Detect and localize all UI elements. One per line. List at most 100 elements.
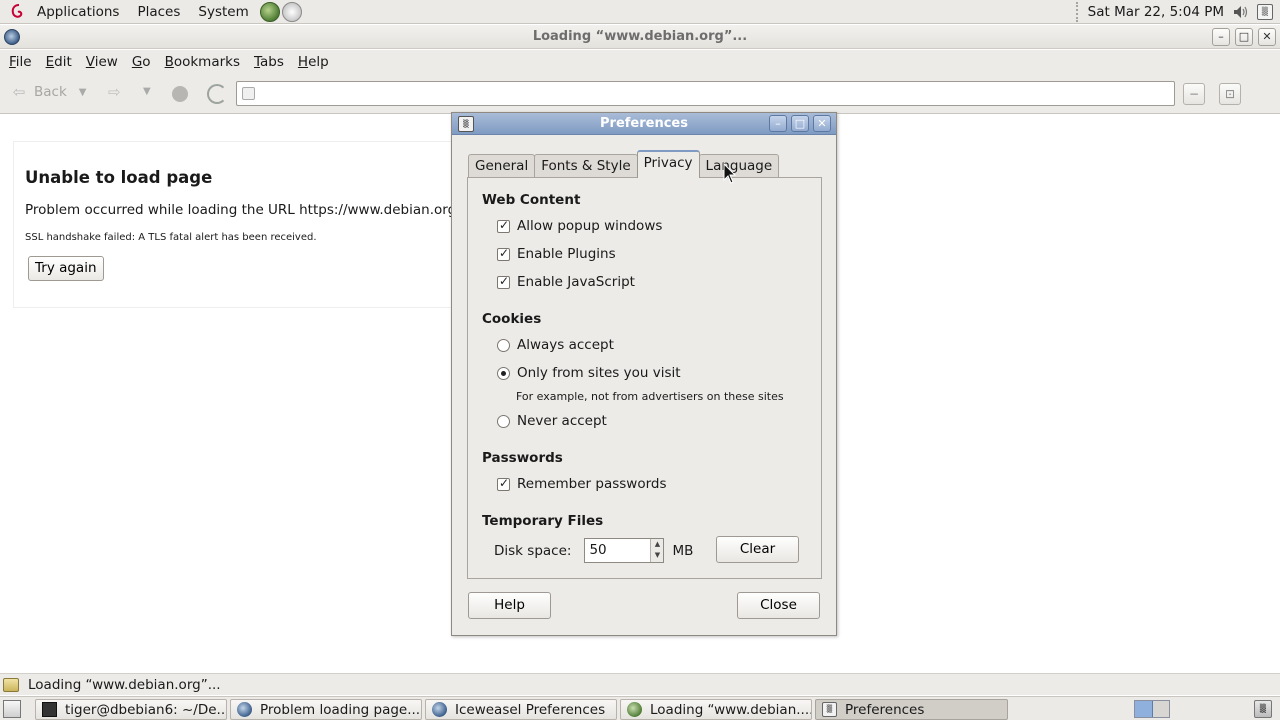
tab-general[interactable]: General — [468, 154, 536, 178]
task-label: Problem loading page... — [260, 701, 421, 718]
radio-unselected[interactable] — [497, 338, 510, 352]
mouse-pointer-icon — [723, 162, 737, 185]
task-loading-debian[interactable]: Loading “www.debian.... — [620, 699, 812, 720]
lock-status-icon — [3, 677, 19, 692]
url-input[interactable] — [236, 81, 1175, 106]
show-desktop-icon[interactable] — [3, 700, 21, 718]
tab-privacy[interactable]: Privacy — [636, 150, 700, 178]
privacy-panel: Web Content Allow popup windows Enable P… — [467, 177, 822, 579]
enable-plugins-checkbox[interactable]: Enable Plugins — [497, 246, 616, 262]
radio-label: Never accept — [517, 413, 607, 429]
dialog-window-controls: – □ ✕ — [769, 115, 831, 132]
cookies-hint: For example, not from advertisers on the… — [516, 390, 784, 403]
checkbox-label: Remember passwords — [517, 476, 667, 492]
dialog-maximize-button[interactable]: □ — [791, 115, 809, 132]
browser-menubar: File Edit View Go Bookmarks Tabs Help — [0, 50, 1280, 73]
back-button[interactable]: ⇦ Back ▼ — [10, 83, 87, 101]
browser-icon — [627, 702, 642, 717]
clear-cache-button[interactable]: Clear — [716, 536, 799, 563]
preferences-tray-icon[interactable]: ▒ — [1256, 3, 1274, 21]
error-box: Unable to load page Problem occurred whi… — [13, 141, 473, 308]
radio-label: Always accept — [517, 337, 614, 353]
help-button[interactable]: Help — [468, 592, 551, 619]
tab-fonts-style[interactable]: Fonts & Style — [534, 154, 638, 178]
dialog-titlebar[interactable]: ▒ Preferences – □ ✕ — [452, 113, 836, 135]
try-again-button[interactable]: Try again — [28, 256, 104, 281]
menu-places[interactable]: Places — [128, 0, 189, 24]
window-title: Loading “www.debian.org”... — [532, 29, 748, 44]
menu-applications[interactable]: Applications — [28, 0, 128, 24]
dialog-minimize-button[interactable]: – — [769, 115, 787, 132]
menu-help[interactable]: Help — [291, 54, 336, 70]
task-iceweasel-preferences[interactable]: Iceweasel Preferences — [425, 699, 617, 720]
maximize-button[interactable]: □ — [1235, 28, 1253, 46]
web-content-heading: Web Content — [482, 192, 581, 208]
menu-go[interactable]: Go — [125, 54, 158, 70]
clock[interactable]: Sat Mar 22, 5:04 PM — [1088, 4, 1224, 20]
menu-edit[interactable]: Edit — [39, 54, 79, 70]
checkbox-label: Enable Plugins — [517, 246, 616, 262]
back-arrow-icon: ⇦ — [12, 83, 26, 101]
stepper-arrows-icon[interactable]: ▲ ▼ — [650, 539, 664, 562]
allow-popups-checkbox[interactable]: Allow popup windows — [497, 218, 662, 234]
remember-passwords-checkbox[interactable]: Remember passwords — [497, 476, 667, 492]
tab-language[interactable]: Language — [698, 154, 780, 178]
radio-unselected[interactable] — [497, 414, 510, 428]
preferences-icon: ▒ — [822, 702, 837, 717]
task-label: Loading “www.debian.... — [650, 701, 812, 718]
panel-tray: Sat Mar 22, 5:04 PM ▒ — [1075, 0, 1280, 24]
task-terminal[interactable]: tiger@dbebian6: ~/De... — [35, 699, 227, 720]
close-window-button[interactable]: ✕ — [1258, 28, 1276, 46]
menu-tabs[interactable]: Tabs — [247, 54, 291, 70]
browser-titlebar[interactable]: Loading “www.debian.org”... – □ ✕ — [0, 25, 1280, 49]
reload-icon[interactable] — [207, 84, 227, 104]
temporary-files-heading: Temporary Files — [482, 513, 604, 529]
volume-icon[interactable] — [1232, 3, 1250, 21]
workspace-2[interactable] — [1152, 701, 1169, 717]
menu-system[interactable]: System — [189, 0, 257, 24]
browser-toolbar: ⇦ Back ▼ ⇨ ▼ − ⊡ — [0, 73, 1280, 114]
menu-file[interactable]: File — [2, 54, 39, 70]
forward-history-chevron-icon[interactable]: ▼ — [143, 86, 151, 97]
mail-launcher-icon[interactable] — [281, 1, 302, 22]
toolbar-minus-button[interactable]: − — [1183, 83, 1205, 105]
disk-space-value[interactable]: 50 — [589, 542, 606, 558]
cookies-heading: Cookies — [482, 311, 542, 327]
status-bar: Loading “www.debian.org”... — [0, 673, 1280, 695]
error-title: Unable to load page — [25, 168, 213, 187]
task-preferences[interactable]: ▒ Preferences — [815, 699, 1008, 720]
task-label: tiger@dbebian6: ~/De... — [65, 701, 227, 718]
back-history-chevron-icon[interactable]: ▼ — [79, 87, 87, 98]
passwords-heading: Passwords — [482, 450, 563, 466]
toolbar-zoom-button[interactable]: ⊡ — [1219, 83, 1241, 105]
cookies-never-radio[interactable]: Never accept — [497, 413, 607, 429]
workspace-switcher[interactable] — [1134, 700, 1170, 718]
enable-javascript-checkbox[interactable]: Enable JavaScript — [497, 274, 635, 290]
cookies-always-radio[interactable]: Always accept — [497, 337, 614, 353]
menu-bookmarks[interactable]: Bookmarks — [158, 54, 247, 70]
workspace-1[interactable] — [1135, 701, 1153, 717]
checkbox-checked[interactable] — [497, 274, 510, 289]
web-browser-launcher-icon[interactable] — [259, 1, 280, 22]
trash-icon[interactable]: ▒ — [1254, 700, 1272, 718]
stop-icon[interactable] — [172, 86, 188, 102]
dialog-close-button[interactable]: ✕ — [813, 115, 831, 132]
debian-logo-icon[interactable] — [10, 3, 26, 21]
menu-view[interactable]: View — [79, 54, 125, 70]
site-identity-icon[interactable] — [242, 87, 255, 100]
forward-arrow-icon[interactable]: ⇨ — [108, 83, 121, 101]
checkbox-label: Enable JavaScript — [517, 274, 635, 290]
status-text: Loading “www.debian.org”... — [28, 676, 221, 693]
checkbox-checked[interactable] — [497, 218, 510, 233]
radio-selected[interactable] — [497, 366, 510, 380]
panel-menus: Applications Places System — [28, 0, 258, 24]
close-button[interactable]: Close — [737, 592, 820, 619]
task-problem-loading[interactable]: Problem loading page... — [230, 699, 422, 720]
disk-space-stepper[interactable]: 50 ▲ ▼ — [584, 538, 665, 563]
checkbox-checked[interactable] — [497, 246, 510, 261]
checkbox-checked[interactable] — [497, 476, 510, 491]
cookies-only-visit-radio[interactable]: Only from sites you visit — [497, 365, 681, 381]
back-label: Back — [34, 84, 67, 100]
checkbox-label: Allow popup windows — [517, 218, 663, 234]
minimize-button[interactable]: – — [1212, 28, 1230, 46]
